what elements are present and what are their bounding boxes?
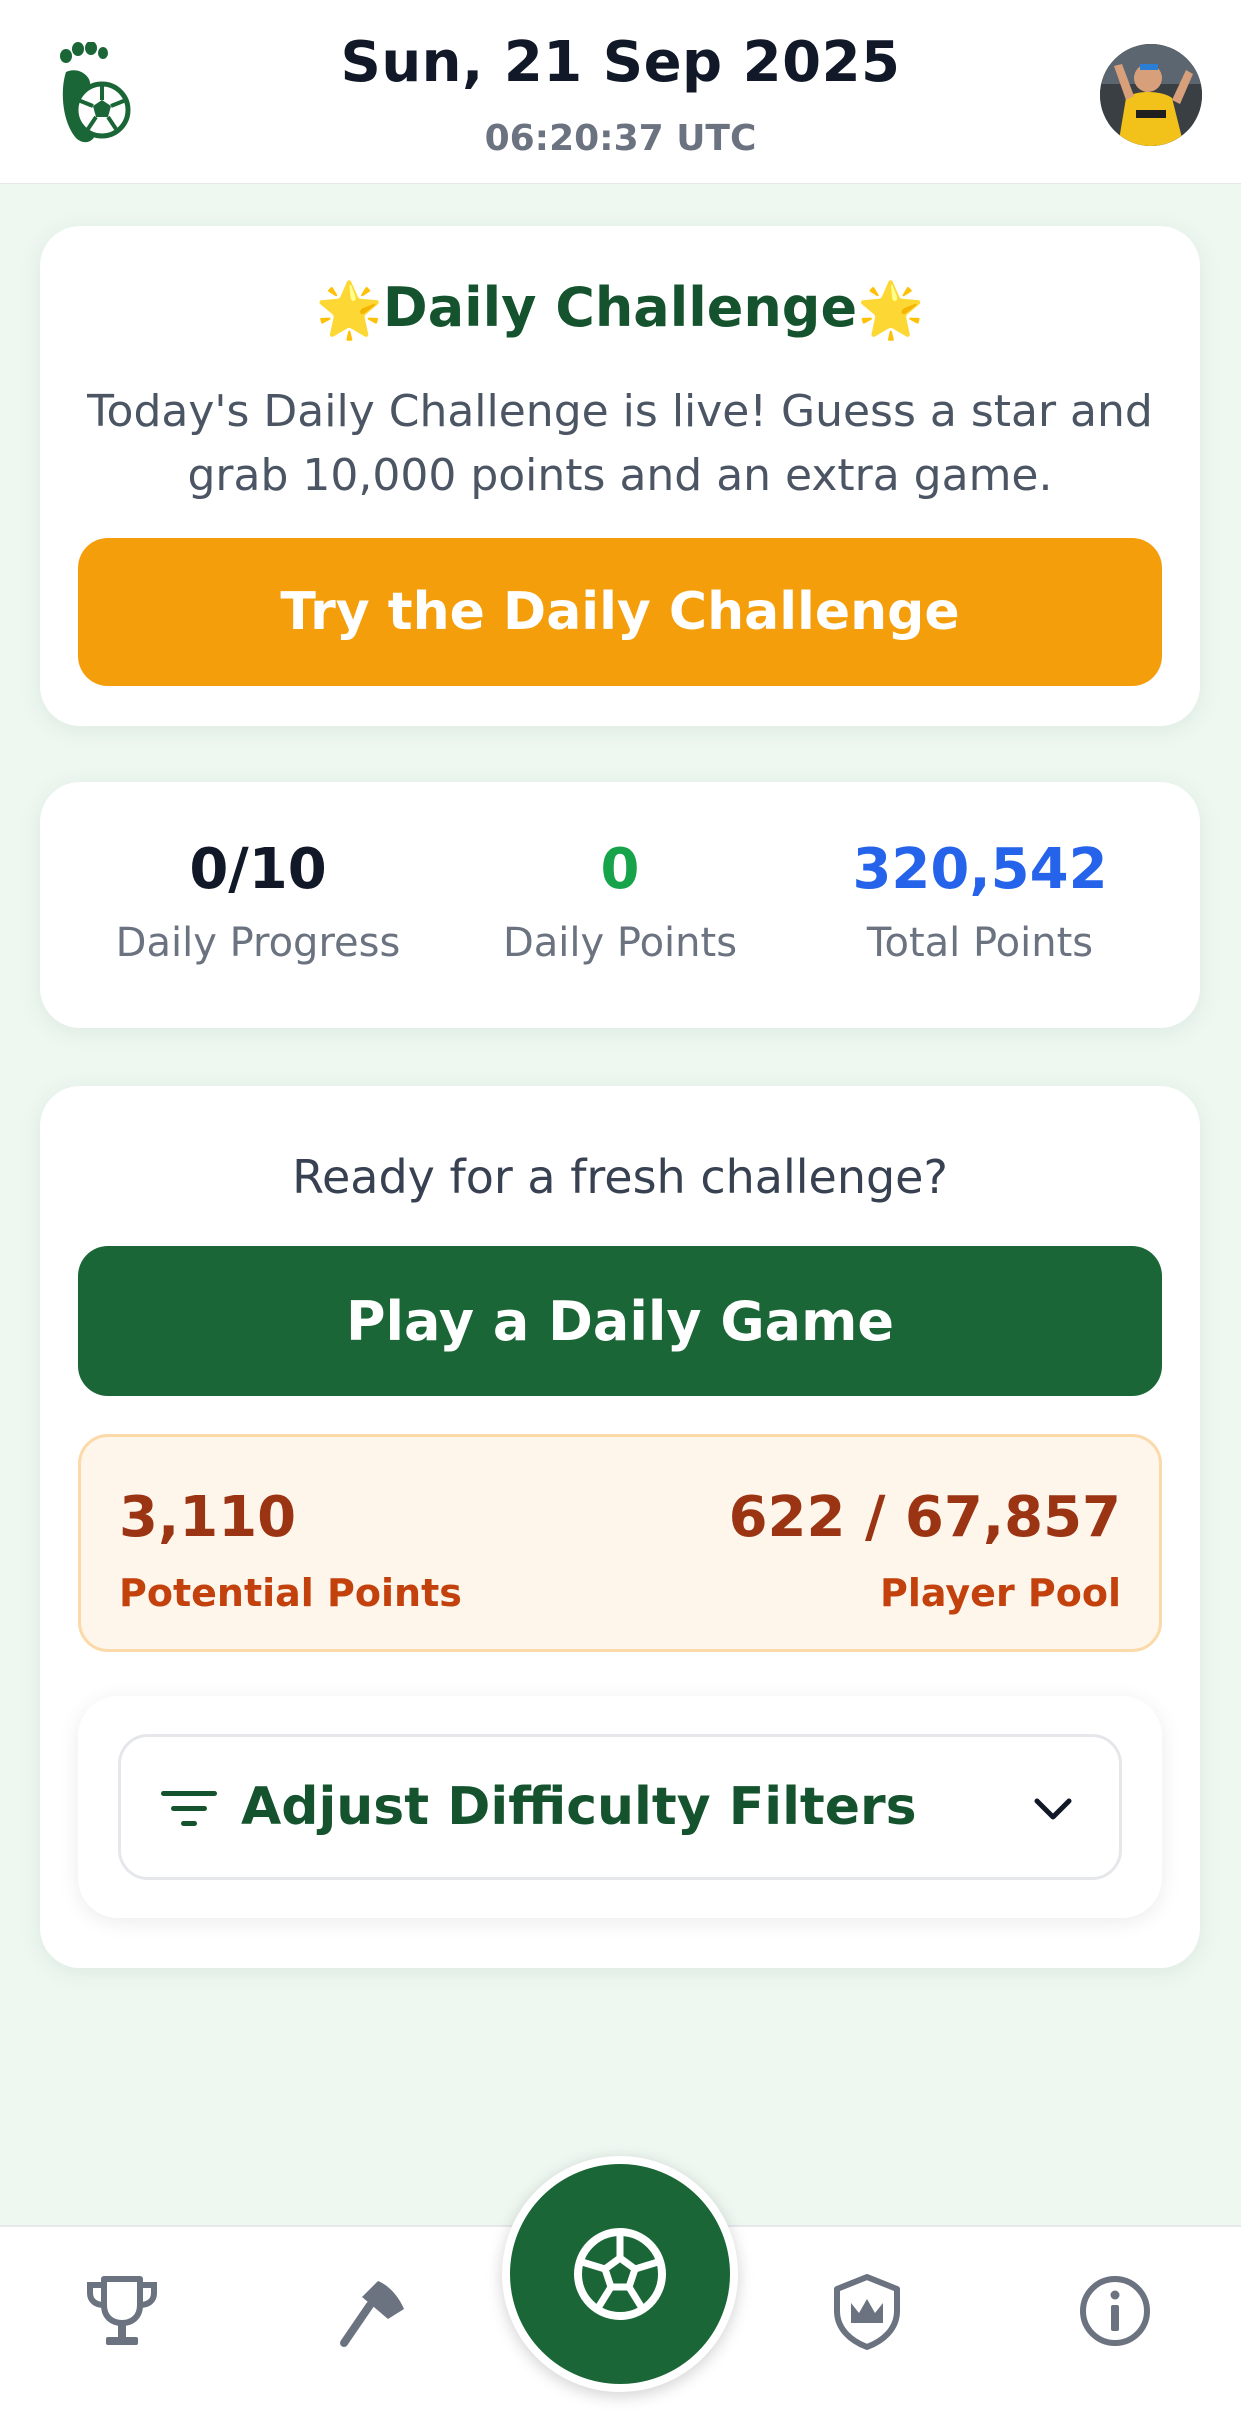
stats-card: 0/10 Daily Progress 0 Daily Points 320,5… bbox=[40, 782, 1200, 1028]
daily-points-stat: 0 Daily Points bbox=[440, 837, 800, 967]
daily-points-value: 0 bbox=[600, 837, 640, 902]
daily-points-label: Daily Points bbox=[502, 920, 738, 966]
try-daily-challenge-button[interactable]: Try the Daily Challenge bbox=[78, 538, 1162, 686]
points-pool-panel: 3,110 Potential Points 622 / 67,857 Play… bbox=[78, 1434, 1162, 1652]
soccer-ball-icon[interactable] bbox=[502, 2156, 738, 2392]
difficulty-filters-panel: Adjust Difficulty Filters bbox=[78, 1696, 1162, 1918]
daily-challenge-description: Today's Daily Challenge is live! Guess a… bbox=[87, 386, 1153, 501]
fresh-challenge-prompt: Ready for a fresh challenge? bbox=[292, 1150, 948, 1204]
player-pool-value: 622 / 67,857 bbox=[728, 1485, 1121, 1550]
potential-points-label: Potential Points bbox=[119, 1571, 462, 1615]
total-points-stat: 320,542 Total Points bbox=[800, 837, 1160, 967]
chevron-down-icon bbox=[1034, 1798, 1072, 1820]
daily-progress-stat: 0/10 Daily Progress bbox=[78, 837, 438, 967]
top-header: Sun, 21 Sep 2025 06:20:37 UTC bbox=[0, 0, 1241, 184]
filter-icon bbox=[161, 1791, 217, 1826]
daily-progress-value: 0/10 bbox=[189, 837, 327, 902]
adjust-difficulty-filters-button[interactable]: Adjust Difficulty Filters bbox=[118, 1734, 1122, 1880]
potential-points-value: 3,110 bbox=[119, 1485, 297, 1550]
daily-game-card: Ready for a fresh challenge? Play a Dail… bbox=[40, 1086, 1200, 1968]
soccer-ball-graphic bbox=[574, 2228, 666, 2320]
shield-crown-icon[interactable] bbox=[827, 2271, 907, 2351]
play-daily-game-button[interactable]: Play a Daily Game bbox=[78, 1246, 1162, 1396]
total-points-value: 320,542 bbox=[852, 837, 1108, 902]
current-date: Sun, 21 Sep 2025 bbox=[340, 30, 901, 95]
total-points-label: Total Points bbox=[866, 920, 1094, 966]
current-time: 06:20:37 UTC bbox=[484, 118, 757, 159]
player-pool-label: Player Pool bbox=[880, 1571, 1121, 1615]
info-icon[interactable] bbox=[1075, 2271, 1155, 2351]
daily-progress-label: Daily Progress bbox=[115, 920, 401, 966]
star-icon: 🌟 bbox=[315, 278, 383, 341]
trophy-icon[interactable] bbox=[82, 2271, 162, 2351]
adjust-difficulty-filters-label: Adjust Difficulty Filters bbox=[241, 1777, 917, 1837]
axe-icon[interactable] bbox=[332, 2271, 412, 2351]
star-icon: 🌟 bbox=[857, 278, 925, 341]
daily-challenge-card: 🌟Daily Challenge🌟 Today's Daily Challeng… bbox=[40, 226, 1200, 726]
daily-challenge-title: 🌟Daily Challenge🌟 bbox=[40, 276, 1200, 342]
user-avatar[interactable] bbox=[1100, 44, 1202, 146]
daily-challenge-title-text: Daily Challenge bbox=[382, 276, 858, 339]
avatar-image bbox=[1100, 44, 1202, 146]
